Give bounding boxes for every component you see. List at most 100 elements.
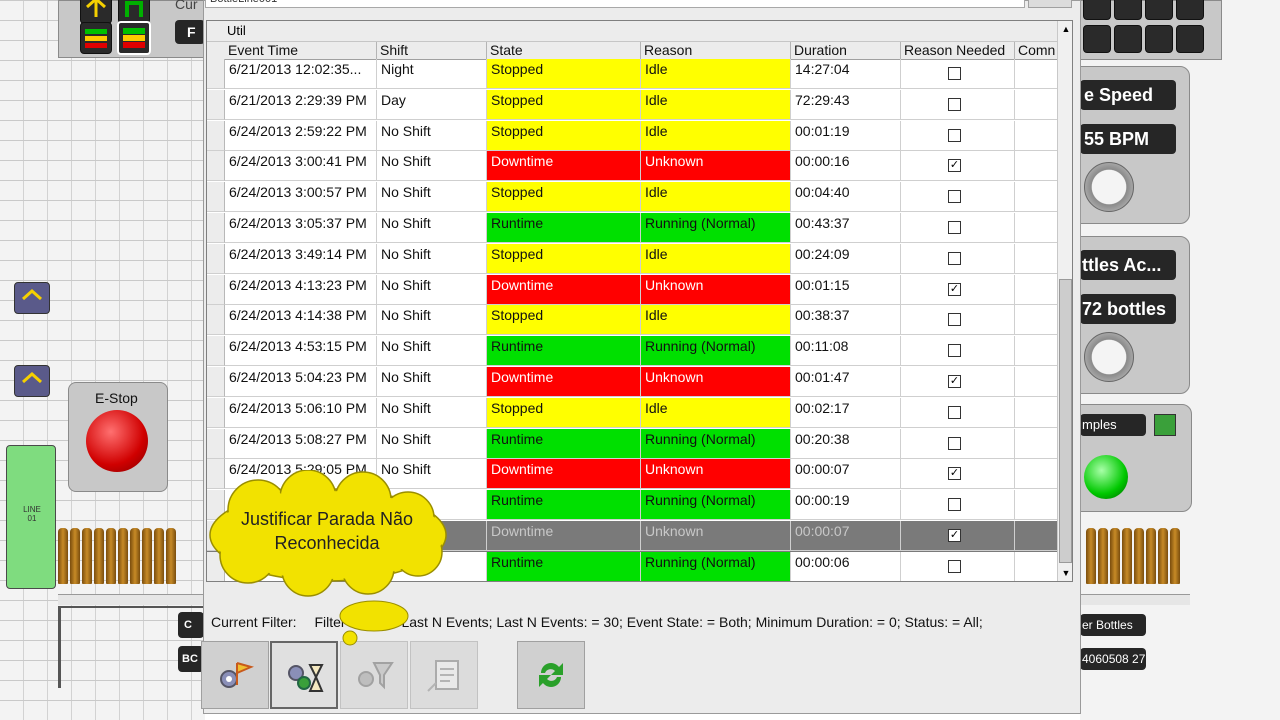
table-row[interactable]: 6/24/2013 4:14:38 PM No Shift Stopped Idle 0… <box>207 305 1057 336</box>
scroll-up-arrow[interactable]: ▲ <box>1058 21 1072 37</box>
column-header-reason-needed[interactable]: Reason Needed <box>901 42 1015 59</box>
cell-comment[interactable] <box>1015 59 1057 89</box>
reason-needed-checkbox[interactable] <box>948 251 961 265</box>
row-selector[interactable] <box>207 243 225 274</box>
cell-comment[interactable] <box>1015 552 1057 581</box>
hmi-line-view-button[interactable] <box>1083 0 1111 20</box>
table-row[interactable]: 6/21/2013 12:02:35... Night Stopped Idle 14:… <box>207 59 1057 90</box>
cell-reason-needed: ✓ <box>901 274 1015 305</box>
filter-events-button[interactable] <box>340 641 408 709</box>
hmi-events-button[interactable] <box>117 21 151 55</box>
hmi-am-button[interactable] <box>1114 24 1142 53</box>
hmi-screen-button[interactable] <box>1145 24 1173 53</box>
reason-needed-checkbox[interactable] <box>948 190 961 204</box>
cell-comment[interactable] <box>1015 429 1057 459</box>
cell-comment[interactable] <box>1015 90 1057 120</box>
speed-value: 55 BPM <box>1080 124 1176 154</box>
table-row[interactable]: 6/24/2013 2:59:22 PM No Shift Stopped Idle 0… <box>207 120 1057 152</box>
add-comment-button[interactable] <box>410 641 478 709</box>
hmi-menu-button[interactable] <box>1176 0 1204 20</box>
row-selector[interactable] <box>207 367 225 397</box>
refresh-button[interactable] <box>517 641 585 709</box>
refresh-samples-icon[interactable] <box>1154 414 1176 436</box>
column-header-comment[interactable]: Comn <box>1015 42 1057 59</box>
row-selector[interactable] <box>207 59 225 89</box>
table-row[interactable]: 6/24/2013 4:53:15 PM No Shift Runtime Runni… <box>207 336 1057 367</box>
cell-comment[interactable] <box>1015 490 1057 521</box>
row-selector[interactable] <box>207 305 225 336</box>
configure-reason-button[interactable] <box>201 641 269 709</box>
reason-needed-checkbox[interactable] <box>948 128 961 142</box>
justify-downtime-button[interactable] <box>270 641 338 709</box>
hmi-status-button[interactable] <box>80 22 112 54</box>
cell-event-time: 6/24/2013 5:04:23 PM <box>225 367 377 397</box>
cell-comment[interactable] <box>1015 398 1057 428</box>
row-selector[interactable] <box>207 182 225 213</box>
table-row[interactable]: 6/24/2013 5:04:23 PM No Shift Downtime Unkn… <box>207 367 1057 398</box>
cell-reason: Running (Normal) <box>641 551 791 581</box>
hmi-remote-button[interactable] <box>1176 24 1204 53</box>
row-selector[interactable] <box>207 397 225 428</box>
hmi-pm-button[interactable] <box>1114 0 1142 20</box>
cell-comment[interactable] <box>1015 521 1057 551</box>
row-selector[interactable] <box>207 89 225 120</box>
table-row[interactable]: 6/24/2013 3:00:57 PM No Shift Stopped Idle 0… <box>207 182 1057 213</box>
reason-needed-checkbox[interactable]: ✓ <box>948 467 961 481</box>
cell-comment[interactable] <box>1015 121 1057 151</box>
hmi-gauge-button[interactable] <box>1145 0 1173 20</box>
row-selector[interactable] <box>207 213 225 243</box>
reason-needed-checkbox[interactable] <box>948 436 961 450</box>
hmi-link-button[interactable] <box>1083 24 1111 53</box>
vertical-scrollbar[interactable]: ▲ ▼ <box>1057 21 1072 581</box>
reason-needed-checkbox[interactable] <box>948 559 961 573</box>
row-selector[interactable] <box>207 428 225 459</box>
cell-comment[interactable] <box>1015 275 1057 305</box>
cell-comment[interactable] <box>1015 244 1057 274</box>
reason-needed-checkbox[interactable] <box>948 344 961 358</box>
cell-reason: Running (Normal) <box>641 428 791 459</box>
estop-button[interactable] <box>86 410 148 472</box>
reason-needed-checkbox[interactable]: ✓ <box>948 159 961 173</box>
hmi-network-button[interactable] <box>80 0 112 24</box>
hmi-side-button-1[interactable] <box>14 282 50 314</box>
cell-comment[interactable] <box>1015 213 1057 243</box>
table-row[interactable]: 6/21/2013 2:29:39 PM Day Stopped Idle 72:29:… <box>207 89 1057 121</box>
window-title-button[interactable] <box>1028 0 1072 8</box>
reason-needed-checkbox[interactable]: ✓ <box>948 529 961 542</box>
column-header-state[interactable]: State <box>487 42 641 59</box>
column-header-event-time[interactable]: Event Time <box>225 42 377 59</box>
reason-needed-checkbox[interactable] <box>948 97 961 111</box>
settings-flag-icon <box>220 662 254 688</box>
cell-comment[interactable] <box>1015 305 1057 336</box>
cell-comment[interactable] <box>1015 151 1057 182</box>
group-by-row[interactable]: Util <box>207 21 1057 42</box>
column-header-reason[interactable]: Reason <box>641 42 791 59</box>
cell-comment[interactable] <box>1015 336 1057 367</box>
reason-needed-checkbox[interactable] <box>948 221 961 234</box>
reason-needed-checkbox[interactable] <box>948 67 961 80</box>
table-row[interactable]: 6/24/2013 4:13:23 PM No Shift Downtime Unkn… <box>207 274 1057 306</box>
reason-needed-checkbox[interactable]: ✓ <box>948 375 961 388</box>
column-header-duration[interactable]: Duration <box>791 42 901 59</box>
row-selector[interactable] <box>207 336 225 367</box>
table-row[interactable]: 6/24/2013 3:05:37 PM No Shift Runtime Runni… <box>207 213 1057 244</box>
table-row[interactable]: 6/24/2013 5:06:10 PM No Shift Stopped Idle 0… <box>207 397 1057 429</box>
reason-needed-checkbox[interactable] <box>948 498 961 512</box>
notepad-icon <box>427 660 459 692</box>
vertical-scroll-thumb[interactable] <box>1059 279 1072 563</box>
cell-comment[interactable] <box>1015 182 1057 213</box>
row-selector[interactable] <box>207 151 225 182</box>
cell-comment[interactable] <box>1015 459 1057 490</box>
reason-needed-checkbox[interactable]: ✓ <box>948 282 961 296</box>
table-row[interactable]: 6/24/2013 5:08:27 PM No Shift Runtime Runni… <box>207 428 1057 460</box>
column-header-shift[interactable]: Shift <box>377 42 487 59</box>
scroll-down-arrow[interactable]: ▼ <box>1058 565 1072 581</box>
table-row[interactable]: 6/24/2013 3:00:41 PM No Shift Downtime Unkn… <box>207 151 1057 182</box>
cell-comment[interactable] <box>1015 367 1057 397</box>
hmi-side-button-2[interactable] <box>14 365 50 397</box>
row-selector[interactable] <box>207 274 225 305</box>
reason-needed-checkbox[interactable] <box>948 405 961 419</box>
row-selector[interactable] <box>207 120 225 151</box>
table-row[interactable]: 6/24/2013 3:49:14 PM No Shift Stopped Idle 0… <box>207 243 1057 275</box>
reason-needed-checkbox[interactable] <box>948 313 961 327</box>
